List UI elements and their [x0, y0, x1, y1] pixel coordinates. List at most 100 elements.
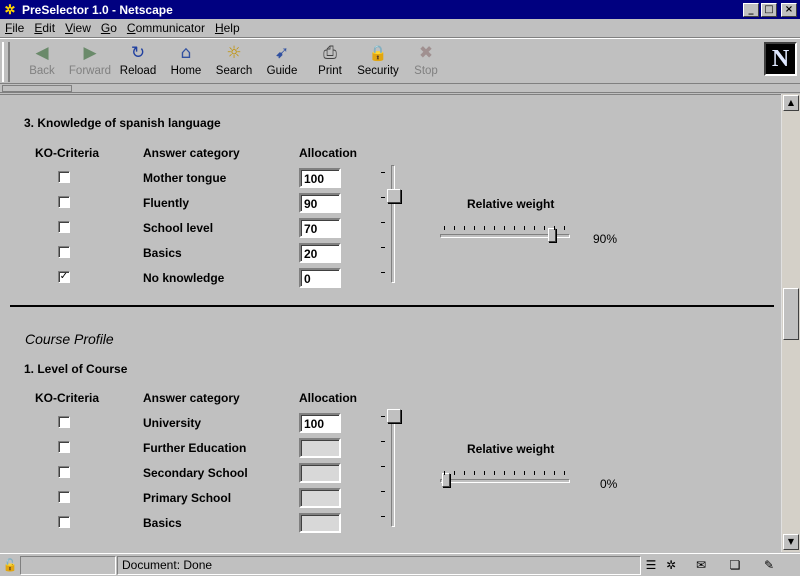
discussion-icon[interactable]: ❏	[726, 557, 744, 573]
relative-weight-slider-track[interactable]	[440, 479, 570, 483]
allocation-field[interactable]	[299, 463, 341, 483]
course-profile-title: Course Profile	[25, 331, 114, 347]
relative-weight-slider-thumb[interactable]	[442, 473, 450, 487]
vertical-scrollbar[interactable]: ▲ ▼	[781, 94, 800, 552]
ko-checkbox-mother-tongue[interactable]	[58, 171, 70, 183]
slider-tick	[381, 272, 385, 273]
page-content: 3. Knowledge of spanish language KO-Crit…	[0, 94, 781, 552]
allocation-slider-track[interactable]	[391, 165, 395, 283]
maximize-button[interactable]: □	[761, 2, 777, 17]
relative-weight-value: 90%	[593, 232, 618, 246]
menu-view[interactable]: View	[60, 21, 96, 35]
allocation-field[interactable]: 100	[299, 168, 341, 188]
minimize-button[interactable]: _	[743, 2, 759, 17]
menu-go[interactable]: Go	[96, 21, 122, 35]
weight-tick	[454, 471, 455, 475]
stop-icon: ✖	[418, 43, 434, 63]
print-icon: ⎙	[323, 43, 337, 63]
composer-icon[interactable]: ✎	[760, 557, 778, 573]
search-button[interactable]: ☼ Search	[210, 41, 258, 83]
slider-tick	[381, 516, 385, 517]
col-header-answer-category: Answer category	[143, 391, 240, 405]
guide-button[interactable]: ➹ Guide	[258, 41, 306, 83]
menu-bar: File Edit View Go Communicator Help	[0, 19, 800, 38]
progress-pane	[20, 556, 116, 575]
mail-icon[interactable]: ✉	[692, 557, 710, 573]
allocation-slider-thumb[interactable]	[387, 189, 401, 203]
answer-label: Further Education	[143, 441, 247, 455]
reload-icon: ↻	[130, 43, 146, 63]
back-button[interactable]: ◀ Back	[18, 41, 66, 83]
security-label: Security	[357, 65, 399, 77]
ko-checkbox-secondary-school[interactable]	[58, 466, 70, 478]
allocation-slider-track[interactable]	[391, 409, 395, 527]
menu-communicator[interactable]: Communicator	[122, 21, 210, 35]
ko-checkbox-primary-school[interactable]	[58, 491, 70, 503]
ko-checkbox-no-knowledge[interactable]: ✓	[58, 271, 70, 283]
netscape-logo[interactable]: N	[764, 42, 797, 76]
weight-tick	[504, 226, 505, 230]
menu-help[interactable]: Help	[210, 21, 245, 35]
relative-weight-slider-thumb[interactable]	[548, 228, 557, 242]
ko-checkbox-fluently[interactable]	[58, 196, 70, 208]
allocation-slider-thumb[interactable]	[387, 409, 401, 423]
weight-tick	[524, 471, 525, 475]
ko-checkbox-further-education[interactable]	[58, 441, 70, 453]
weight-tick	[544, 226, 545, 230]
forward-button[interactable]: ▶ Forward	[66, 41, 114, 83]
slider-tick	[381, 172, 385, 173]
home-button[interactable]: ⌂ Home	[162, 41, 210, 83]
weight-tick	[504, 471, 505, 475]
toolbar-grip[interactable]	[2, 42, 10, 82]
menu-file[interactable]: File	[0, 21, 29, 35]
relative-weight-value: 0%	[600, 477, 618, 491]
scroll-up-arrow-icon[interactable]: ▲	[783, 95, 799, 111]
stop-button[interactable]: ✖ Stop	[402, 41, 450, 83]
allocation-field[interactable]: 90	[299, 193, 341, 213]
scroll-down-arrow-icon[interactable]: ▼	[783, 534, 799, 550]
ko-checkbox-basics[interactable]	[58, 246, 70, 258]
allocation-field[interactable]	[299, 438, 341, 458]
col-header-ko-criteria: KO-Criteria	[35, 391, 100, 405]
weight-tick	[534, 471, 535, 475]
relative-weight-label: Relative weight	[467, 197, 555, 211]
allocation-field[interactable]: 100	[299, 413, 341, 433]
ko-checkbox-school-level[interactable]	[58, 221, 70, 233]
allocation-field[interactable]	[299, 513, 341, 533]
allocation-field[interactable]: 70	[299, 218, 341, 238]
allocation-field[interactable]: 0	[299, 268, 341, 288]
weight-tick	[514, 471, 515, 475]
col-header-answer-category: Answer category	[143, 146, 240, 160]
weight-tick	[494, 471, 495, 475]
weight-tick	[444, 226, 445, 230]
weight-tick	[564, 226, 565, 230]
answer-label: Primary School	[143, 491, 232, 505]
navigation-toolbar: ◀ Back ▶ Forward ↻ Reload ⌂ Home ☼ Searc…	[0, 38, 800, 84]
slider-tick	[381, 222, 385, 223]
netscape-app-icon[interactable]: ✲	[2, 2, 18, 18]
security-button[interactable]: 🔒 Security	[354, 41, 402, 83]
allocation-field[interactable]: 20	[299, 243, 341, 263]
ko-checkbox-university[interactable]	[58, 416, 70, 428]
weight-tick	[474, 471, 475, 475]
navigator-icon[interactable]: ✲	[662, 557, 680, 573]
col-header-allocation: Allocation	[299, 391, 358, 405]
window-title: PreSelector 1.0 - Netscape	[22, 2, 173, 17]
reload-button[interactable]: ↻ Reload	[114, 41, 162, 83]
collapsed-toolbar-tab[interactable]	[2, 85, 72, 92]
slider-tick	[381, 416, 385, 417]
allocation-field[interactable]	[299, 488, 341, 508]
close-button[interactable]: ×	[781, 2, 797, 17]
ko-checkbox-basics[interactable]	[58, 516, 70, 528]
answer-label: Fluently	[143, 196, 190, 210]
component-bar-icon[interactable]: ☰	[642, 557, 660, 573]
slider-tick	[381, 247, 385, 248]
stop-label: Stop	[414, 65, 438, 77]
slider-tick	[381, 491, 385, 492]
print-button[interactable]: ⎙ Print	[306, 41, 354, 83]
security-lock-icon[interactable]: 🔓	[1, 557, 19, 573]
col-header-allocation: Allocation	[299, 146, 358, 160]
answer-label: Mother tongue	[143, 171, 227, 185]
scrollbar-thumb[interactable]	[783, 288, 799, 340]
menu-edit[interactable]: Edit	[29, 21, 60, 35]
